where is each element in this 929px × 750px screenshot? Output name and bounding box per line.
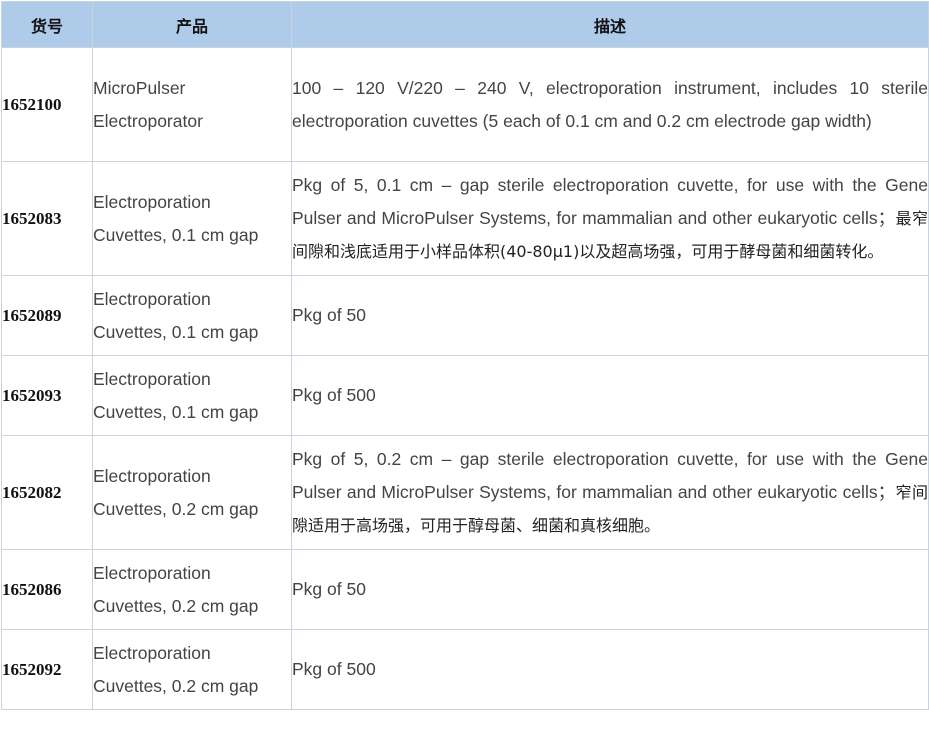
product-code: 1652089 — [1, 275, 93, 356]
product-name: MicroPulser Electroporator — [92, 47, 292, 162]
description-text: 100 – 120 V/220 – 240 V, electroporation… — [292, 77, 928, 131]
product-name-line2: Cuvettes, 0.2 cm gap — [93, 675, 259, 696]
table-header: 货号 产品 描述 — [1, 1, 929, 48]
product-name-line1: MicroPulser — [93, 77, 186, 98]
product-description: Pkg of 500 — [291, 355, 929, 436]
product-code: 1652082 — [1, 435, 93, 550]
table-row: 1652093 Electroporation Cuvettes, 0.1 cm… — [1, 355, 929, 436]
table-body: 1652100 MicroPulser Electroporator 100 –… — [1, 47, 929, 710]
table-row: 1652082 Electroporation Cuvettes, 0.2 cm… — [1, 435, 929, 550]
product-table: 货号 产品 描述 1652100 MicroPulser Electropora… — [1, 1, 929, 710]
product-name-line2: Cuvettes, 0.1 cm gap — [93, 321, 259, 342]
product-description: 100 – 120 V/220 – 240 V, electroporation… — [291, 47, 929, 162]
table-row: 1652092 Electroporation Cuvettes, 0.2 cm… — [1, 629, 929, 710]
product-name-line2: Cuvettes, 0.2 cm gap — [93, 595, 259, 616]
product-code: 1652086 — [1, 549, 93, 630]
table-row: 1652089 Electroporation Cuvettes, 0.1 cm… — [1, 275, 929, 356]
description-text: Pkg of 5, 0.2 cm – gap sterile electropo… — [292, 449, 928, 502]
description-text: Pkg of 500 — [292, 385, 376, 405]
product-name-line1: Electroporation — [93, 191, 211, 212]
table-row: 1652100 MicroPulser Electroporator 100 –… — [1, 47, 929, 162]
header-code: 货号 — [1, 1, 93, 48]
table-row: 1652083 Electroporation Cuvettes, 0.1 cm… — [1, 161, 929, 276]
product-name: Electroporation Cuvettes, 0.1 cm gap — [92, 275, 292, 356]
product-name-line1: Electroporation — [93, 368, 211, 389]
product-name-line2: Cuvettes, 0.1 cm gap — [93, 224, 259, 245]
description-text: Pkg of 5, 0.1 cm – gap sterile electropo… — [292, 175, 928, 228]
product-description: Pkg of 50 — [291, 275, 929, 356]
product-description: Pkg of 5, 0.2 cm – gap sterile electropo… — [291, 435, 929, 550]
table-row: 1652086 Electroporation Cuvettes, 0.2 cm… — [1, 549, 929, 630]
product-name-line2: Electroporator — [93, 110, 203, 131]
product-code: 1652093 — [1, 355, 93, 436]
product-description: Pkg of 500 — [291, 629, 929, 710]
product-name-line1: Electroporation — [93, 288, 211, 309]
product-code: 1652083 — [1, 161, 93, 276]
product-name: Electroporation Cuvettes, 0.2 cm gap — [92, 549, 292, 630]
product-name-line2: Cuvettes, 0.1 cm gap — [93, 401, 259, 422]
description-text: Pkg of 50 — [292, 579, 366, 599]
product-name-line1: Electroporation — [93, 465, 211, 486]
header-product: 产品 — [92, 1, 292, 48]
product-code: 1652092 — [1, 629, 93, 710]
product-name: Electroporation Cuvettes, 0.2 cm gap — [92, 435, 292, 550]
product-name-line1: Electroporation — [93, 642, 211, 663]
product-name-line1: Electroporation — [93, 562, 211, 583]
description-text: Pkg of 50 — [292, 305, 366, 325]
product-description: Pkg of 50 — [291, 549, 929, 630]
header-row: 货号 产品 描述 — [1, 1, 929, 48]
product-name: Electroporation Cuvettes, 0.2 cm gap — [92, 629, 292, 710]
product-code: 1652100 — [1, 47, 93, 162]
product-description: Pkg of 5, 0.1 cm – gap sterile electropo… — [291, 161, 929, 276]
description-text: Pkg of 500 — [292, 659, 376, 679]
product-name: Electroporation Cuvettes, 0.1 cm gap — [92, 161, 292, 276]
product-name-line2: Cuvettes, 0.2 cm gap — [93, 498, 259, 519]
header-description: 描述 — [291, 1, 929, 48]
product-name: Electroporation Cuvettes, 0.1 cm gap — [92, 355, 292, 436]
